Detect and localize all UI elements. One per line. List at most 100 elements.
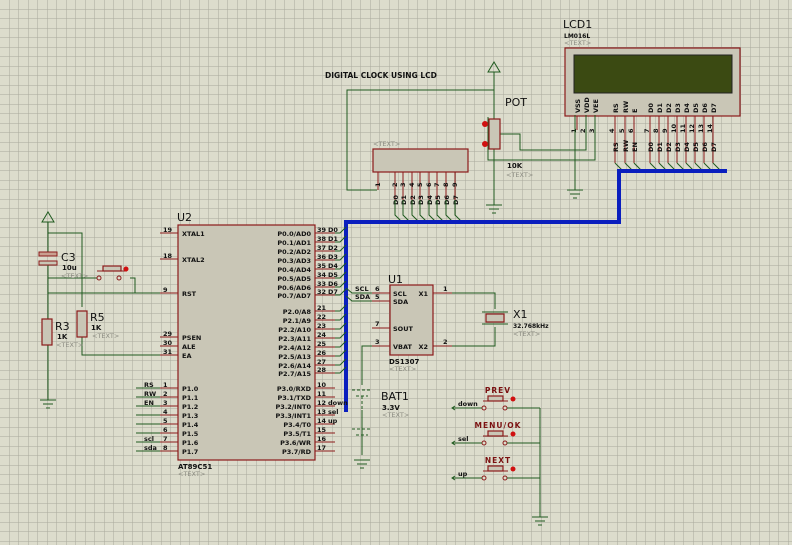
pot-handle[interactable] [482,121,488,127]
net-label: D6 [328,280,338,288]
schematic-title: DIGITAL CLOCK USING LCD [325,71,437,80]
u2-pin-label: P0.4/AD4 [277,266,311,274]
lcd-pin-number: 12 [688,124,696,133]
u1-pin-number: 2 [443,338,448,346]
button-state-dot [510,431,516,437]
r5-value: 1K [91,324,102,332]
u1-pin-label: X2 [418,343,428,351]
lcd-ref: LCD1 [563,18,592,31]
r3-body [41,318,53,346]
u2-pin-number: 38 [317,235,327,243]
u2-pin-label: P3.1/TXD [278,394,312,402]
lcd-pin-label: E [631,109,639,113]
net-label: D1 [328,235,338,243]
u1-pin-number: 6 [375,285,380,293]
net-label: D4 [328,262,338,270]
c3-plate [38,260,58,266]
u1-pin-label: VBAT [393,343,413,351]
pot-body [488,118,501,150]
net-label: EN [631,142,639,152]
lcd-pin-label: VDD [583,97,591,113]
u2-pin-label: PSEN [182,334,201,342]
u2-pin-number: 23 [317,322,326,330]
u2-pin-label: P2.0/A8 [283,308,312,316]
lcd-pin-number: 8 [652,128,660,133]
lcd-pin-number: 4 [608,128,616,133]
header-pin-number: 7 [433,182,441,187]
lcd-pin-label: RW [622,101,630,113]
net-label: scl [144,435,154,443]
net-label: D2 [665,142,673,152]
net-label: D5 [692,142,700,152]
schematic[interactable]: DIGITAL CLOCK USING LCD LCD1 LM016L <TEX… [0,0,792,545]
net-label: D4 [426,195,434,205]
net-label: D5 [328,271,338,279]
u2-pin-number: 15 [317,426,327,434]
lcd-pin-number: 10 [670,123,678,133]
u2-pin-number: 4 [163,408,168,416]
net-label: down [458,400,478,408]
pot-handle[interactable] [482,141,488,147]
header-body [372,148,469,173]
u2-pin-number: 37 [317,244,326,252]
lcd-pin-number: 9 [661,128,669,133]
u1-pin-number: 5 [375,293,380,301]
u2-pin-label: P2.7/A15 [278,370,311,378]
schematic-canvas[interactable]: DIGITAL CLOCK USING LCD LCD1 LM016L <TEX… [0,0,792,545]
u2-pin-number: 25 [317,340,327,348]
net-label: RW [622,140,630,152]
u2-pin-label: P2.6/A14 [278,362,311,370]
u2-pin-number: 21 [317,304,327,312]
u2-ref: U2 [177,211,192,224]
u2-pin-number: 32 [317,288,326,296]
lcd-pin-number: 1 [570,128,578,133]
pot-text-placeholder: <TEXT> [506,171,533,179]
lcd-pin-label: VSS [574,99,582,113]
r5-text-placeholder: <TEXT> [92,332,119,340]
net-label: D0 [328,226,338,234]
net-label: D7 [328,288,338,296]
u2-pin-number: 19 [163,226,173,234]
u2-pin-label: P1.4 [182,421,199,429]
u2-pin-label: P0.0/AD0 [277,230,311,238]
header-pin-number: 2 [391,182,399,187]
u1-pin-number: 3 [375,338,380,346]
u2-pin-number: 14 [317,417,327,425]
button-label: PREV [485,386,511,395]
lcd-text-placeholder: <TEXT> [564,39,591,47]
u2-pin-number: 8 [163,444,168,452]
u1-pin-label: SCL [393,290,407,298]
u2-pin-number: 28 [317,366,327,374]
net-label: up [328,417,338,425]
header-pin-number: 3 [399,182,407,187]
u1-pin-label: X1 [418,290,428,298]
u2-pin-label: P3.7/RD [282,448,312,456]
u2-pin-number: 31 [163,348,173,356]
u2-pin-label: P2.3/A11 [278,335,311,343]
net-label: sel [328,408,339,416]
u1-ref: U1 [388,273,403,286]
lcd-pin-label: D6 [701,103,709,113]
button-state-dot [510,396,516,402]
x1-ref: X1 [513,308,528,321]
net-label: D7 [710,142,718,152]
net-label: EN [144,399,154,407]
net-label: up [458,470,468,478]
u2-pin-label: P1.1 [182,394,199,402]
net-label: sda [144,444,157,452]
u2-pin-number: 2 [163,390,168,398]
net-label: D6 [701,142,709,152]
net-label: D1 [400,195,408,205]
u2-pin-label: P1.3 [182,412,198,420]
u2-pin-number: 1 [163,381,168,389]
u2-pin-label: P3.5/T1 [283,430,311,438]
header-pin-number: 6 [425,182,433,187]
u2-pin-label: P3.4/T0 [283,421,311,429]
u2-pin-label: P1.2 [182,403,198,411]
c3-value: 10u [62,264,77,272]
net-label: D1 [656,142,664,152]
u2-pin-label: P0.5/AD5 [277,275,311,283]
u2-pin-number: 11 [317,390,327,398]
lcd-pin-number: 13 [697,124,705,133]
lcd-pin-label: D0 [647,103,655,113]
